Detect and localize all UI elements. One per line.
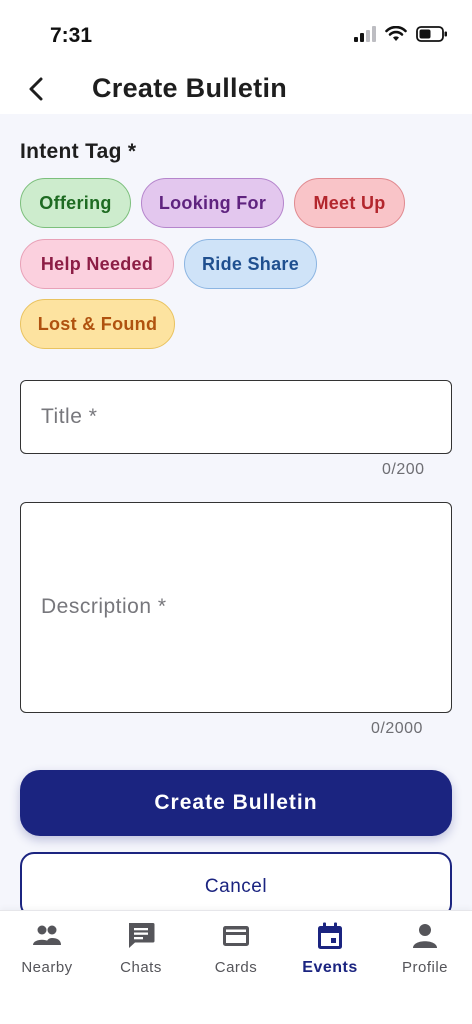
cancel-label: Cancel: [204, 876, 268, 897]
tag-label: Ride Share: [201, 253, 300, 274]
bottom-nav: Nearby Chats Cards Events Profile: [0, 910, 472, 1024]
page-title: Create Bulletin: [92, 73, 288, 103]
create-bulletin-button[interactable]: Create Bulletin: [20, 770, 452, 836]
tag-label: Lost & Found: [37, 313, 158, 334]
person-icon: [413, 924, 437, 948]
card-icon: [223, 926, 249, 946]
nav-item-chats[interactable]: Chats: [94, 921, 188, 983]
description-placeholder: Description *: [41, 595, 167, 618]
tag-ride-share[interactable]: Ride Share: [184, 239, 317, 289]
wifi-icon: [385, 26, 407, 41]
people-icon: [33, 925, 61, 945]
calendar-icon: [318, 922, 342, 949]
description-field[interactable]: Description *: [20, 502, 452, 713]
tag-looking-for[interactable]: Looking For: [141, 178, 284, 228]
nav-label: Profile: [401, 959, 449, 976]
back-button[interactable]: [22, 74, 52, 104]
nav-label: Nearby: [21, 959, 73, 976]
nav-label: Cards: [214, 959, 258, 976]
nav-item-events[interactable]: Events: [283, 921, 377, 983]
tag-help-needed[interactable]: Help Needed: [20, 239, 174, 289]
title-field[interactable]: Title *: [20, 380, 452, 454]
title-counter: 0/200: [382, 461, 425, 478]
nav-label: Events: [302, 959, 358, 976]
cancel-button[interactable]: Cancel: [20, 852, 452, 910]
tag-lost-and-found[interactable]: Lost & Found: [20, 299, 175, 349]
title-placeholder: Title *: [41, 405, 98, 428]
chat-icon: [129, 923, 155, 948]
battery-icon: [416, 26, 447, 42]
tag-label: Help Needed: [40, 253, 154, 274]
status-time: 7:31: [50, 24, 93, 47]
tag-label: Offering: [39, 192, 112, 213]
tag-label: Looking For: [158, 192, 267, 213]
description-counter: 0/2000: [371, 720, 423, 737]
tag-label: Meet Up: [313, 192, 386, 213]
nav-item-profile[interactable]: Profile: [378, 921, 472, 983]
chevron-left-icon: [29, 77, 43, 101]
status-icons: [354, 26, 448, 42]
nav-label: Chats: [120, 959, 162, 976]
status-bar: 7:31: [0, 0, 472, 64]
form-content: Intent Tag * Offering Looking For Meet U…: [0, 114, 472, 910]
intent-tag-label: Intent Tag *: [20, 140, 137, 163]
nav-item-cards[interactable]: Cards: [189, 921, 283, 983]
tag-meet-up[interactable]: Meet Up: [294, 178, 405, 228]
signal-icon: [354, 26, 376, 42]
tag-offering[interactable]: Offering: [20, 178, 131, 228]
nav-item-nearby[interactable]: Nearby: [0, 921, 94, 983]
app-header: Create Bulletin: [0, 64, 472, 114]
